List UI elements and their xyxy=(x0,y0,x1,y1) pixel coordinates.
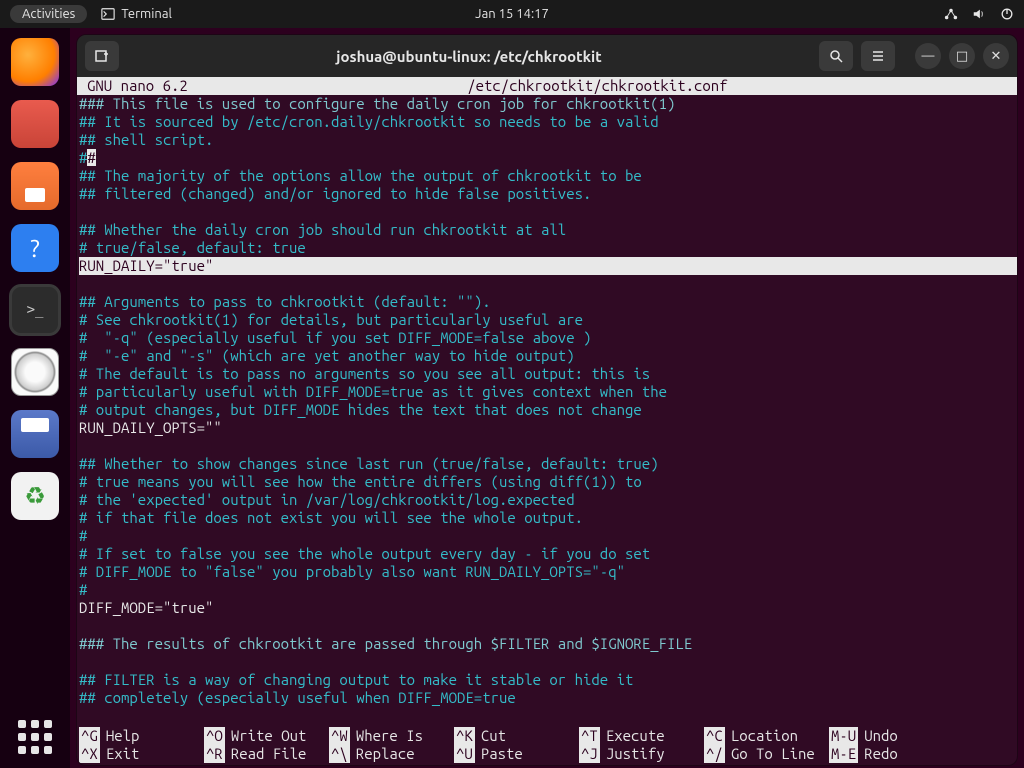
line: # If set to false you see the whole outp… xyxy=(79,545,650,562)
key-whereis: ^W xyxy=(329,727,350,745)
terminal-body[interactable]: GNU nano 6.2 /etc/chkrootkit/chkrootkit.… xyxy=(77,77,1017,765)
line: # The default is to pass no arguments so… xyxy=(79,365,650,382)
line: # xyxy=(79,581,87,598)
label: Exit xyxy=(106,745,140,763)
label: Paste xyxy=(481,745,523,763)
new-tab-button[interactable] xyxy=(85,41,119,71)
line: ### The results of chkrootkit are passed… xyxy=(79,635,692,652)
label: Help xyxy=(106,727,140,745)
gnome-topbar: Activities Terminal Jan 15 14:17 xyxy=(0,0,1024,28)
dock-files[interactable] xyxy=(11,100,59,148)
line: # true/false, default: true xyxy=(79,239,306,256)
label: Redo xyxy=(864,745,898,763)
cursor: # xyxy=(87,149,95,166)
key-location: ^C xyxy=(704,727,725,745)
dock-trash[interactable]: ♻ xyxy=(11,472,59,520)
app-menu-label: Terminal xyxy=(121,7,172,21)
key-justify: ^J xyxy=(579,745,600,763)
dock-firefox[interactable] xyxy=(11,38,59,86)
line: ## FILTER is a way of changing output to… xyxy=(79,671,633,688)
dock-show-apps[interactable] xyxy=(18,720,52,754)
key-exit: ^X xyxy=(79,745,100,763)
maximize-button[interactable]: □ xyxy=(949,43,975,69)
nano-buffer[interactable]: ### This file is used to configure the d… xyxy=(77,95,1017,727)
close-button[interactable]: ✕ xyxy=(983,43,1009,69)
label: Go To Line xyxy=(731,745,815,763)
label: Location xyxy=(731,727,798,745)
line: # "-q" (especially useful if you set DIF… xyxy=(79,329,591,346)
line: DIFF_MODE="true" xyxy=(79,599,213,616)
line: # See chkrootkit(1) for details, but par… xyxy=(79,311,583,328)
hamburger-icon xyxy=(870,48,886,64)
terminal-icon xyxy=(101,7,115,21)
nano-app-name: GNU nano 6.2 xyxy=(87,77,188,95)
line: ## shell script. xyxy=(79,131,213,148)
window-titlebar: joshua@ubuntu-linux: /etc/chkrootkit ― □… xyxy=(77,35,1017,77)
line: ## filtered (changed) and/or ignored to … xyxy=(79,185,591,202)
search-button[interactable] xyxy=(819,41,853,71)
activities-button[interactable]: Activities xyxy=(10,5,87,23)
line: ### This file is used to configure the d… xyxy=(79,95,675,112)
dock-help[interactable]: ? xyxy=(11,224,59,272)
line: ## Whether to show changes since last ru… xyxy=(79,455,659,472)
dock-screenshot[interactable] xyxy=(11,410,59,458)
network-icon[interactable] xyxy=(944,7,958,21)
line: # if that file does not exist you will s… xyxy=(79,509,583,526)
nano-file-path: /etc/chkrootkit/chkrootkit.conf xyxy=(188,77,1007,95)
key-cut: ^K xyxy=(454,727,475,745)
new-tab-icon xyxy=(94,48,110,64)
key-undo: M-U xyxy=(829,727,858,745)
line: # "-e" and "-s" (which are yet another w… xyxy=(79,347,575,364)
hamburger-button[interactable] xyxy=(861,41,895,71)
dock: ? >_ ♻ xyxy=(0,28,70,768)
key-execute: ^T xyxy=(579,727,600,745)
power-icon[interactable] xyxy=(1000,7,1014,21)
nano-title-bar: GNU nano 6.2 /etc/chkrootkit/chkrootkit.… xyxy=(77,77,1017,95)
line: ## Whether the daily cron job should run… xyxy=(79,221,566,238)
dock-terminal[interactable]: >_ xyxy=(11,286,59,334)
nano-shortcut-bar: ^G Help ^O Write Out ^W Where Is ^K Cut ^T Ex… xyxy=(77,727,1017,765)
line: ## completely (especially useful when DI… xyxy=(79,689,516,706)
key-redo: M-E xyxy=(829,745,858,763)
dock-software[interactable] xyxy=(11,162,59,210)
line: # xyxy=(79,527,87,544)
key-help: ^G xyxy=(79,727,100,745)
label: Execute xyxy=(606,727,665,745)
key-gotoline: ^/ xyxy=(704,745,725,763)
volume-icon[interactable] xyxy=(972,7,986,21)
line: ## It is sourced by /etc/cron.daily/chkr… xyxy=(79,113,659,130)
label: Justify xyxy=(606,745,665,763)
window-title: joshua@ubuntu-linux: /etc/chkrootkit xyxy=(127,48,811,65)
line: # particularly useful with DIFF_MODE=tru… xyxy=(79,383,667,400)
key-readfile: ^R xyxy=(204,745,225,763)
label: Where Is xyxy=(356,727,423,745)
line: RUN_DAILY_OPTS="" xyxy=(79,419,222,436)
label: Read File xyxy=(231,745,307,763)
key-replace: ^\ xyxy=(329,745,350,763)
dock-disc[interactable] xyxy=(11,348,59,396)
clock[interactable]: Jan 15 14:17 xyxy=(475,7,549,21)
line: # DIFF_MODE to "false" you probably also… xyxy=(79,563,625,580)
line-highlight: RUN_DAILY="true" xyxy=(79,257,1017,275)
line: ## The majority of the options allow the… xyxy=(79,167,642,184)
search-icon xyxy=(828,48,844,64)
line: # the 'expected' output in /var/log/chkr… xyxy=(79,491,575,508)
line: # true means you will see how the entire… xyxy=(79,473,642,490)
line: # output changes, but DIFF_MODE hides th… xyxy=(79,401,642,418)
app-menu[interactable]: Terminal xyxy=(101,7,172,21)
line: ## Arguments to pass to chkrootkit (defa… xyxy=(79,293,491,310)
label: Replace xyxy=(356,745,415,763)
minimize-button[interactable]: ― xyxy=(915,43,941,69)
label: Write Out xyxy=(231,727,307,745)
key-paste: ^U xyxy=(454,745,475,763)
label: Undo xyxy=(864,727,898,745)
key-writeout: ^O xyxy=(204,727,225,745)
label: Cut xyxy=(481,727,506,745)
terminal-window: joshua@ubuntu-linux: /etc/chkrootkit ― □… xyxy=(76,34,1018,766)
